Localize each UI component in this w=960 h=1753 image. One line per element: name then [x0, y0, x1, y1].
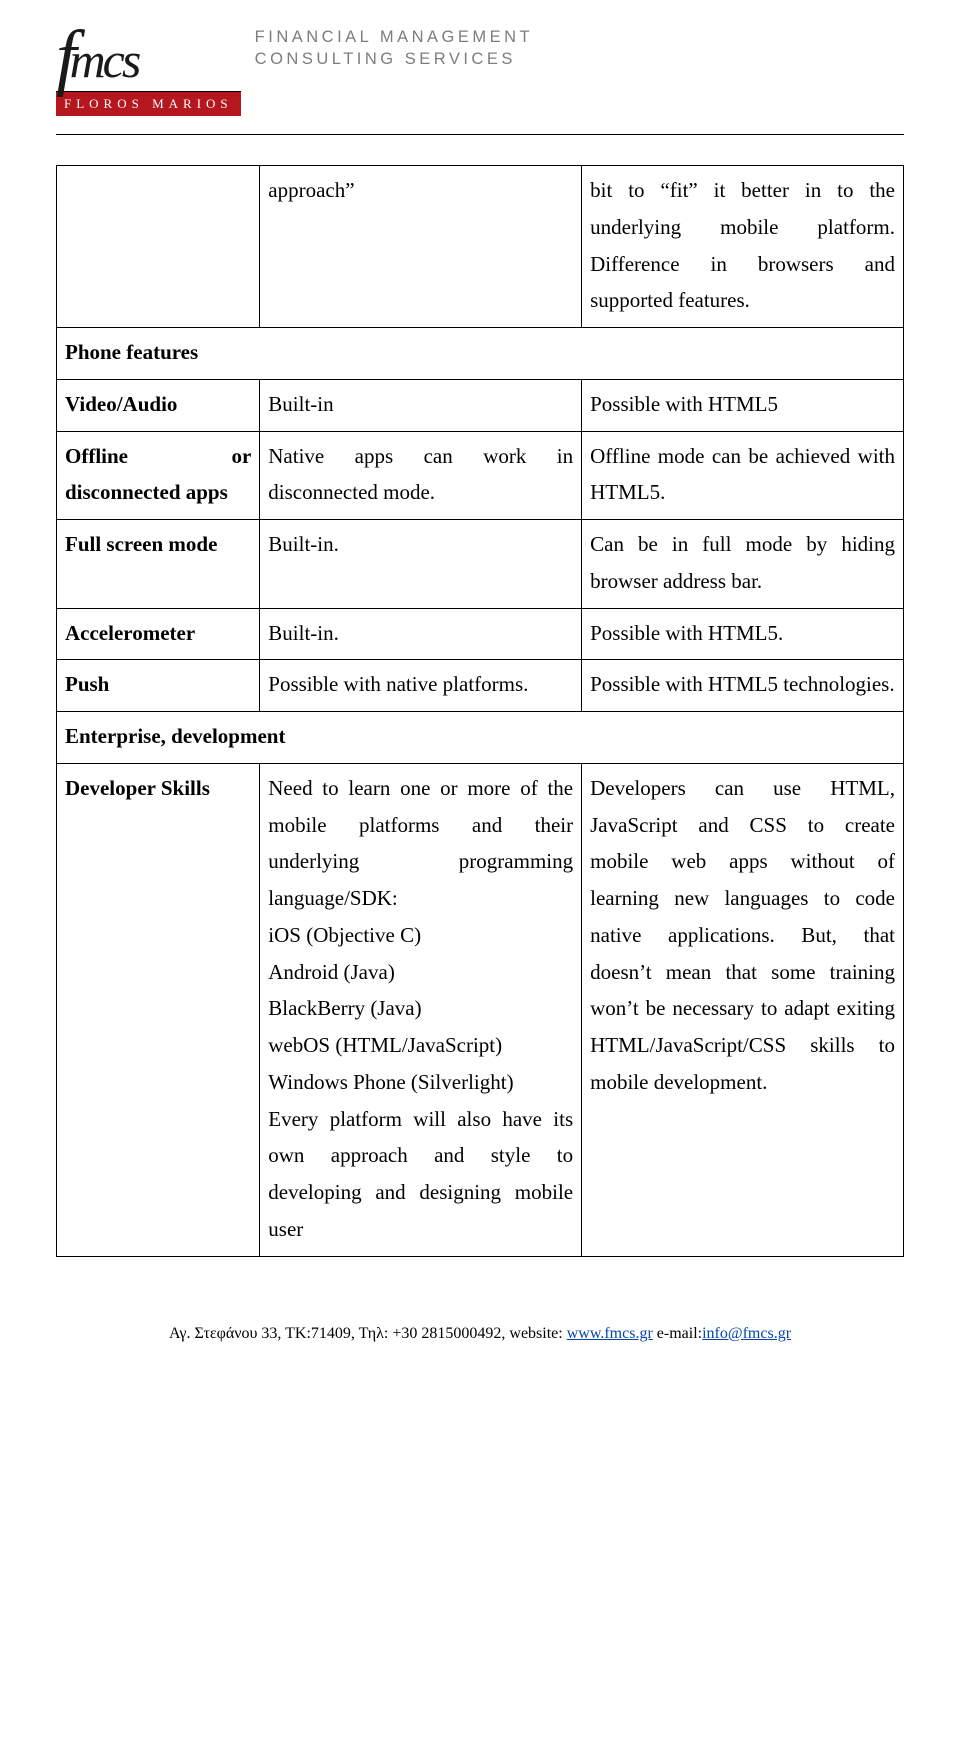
- tagline-line-2: CONSULTING SERVICES: [255, 48, 533, 70]
- cell-native: Possible with native platforms.: [260, 660, 582, 712]
- cell-native: Native apps can work in disconnected mod…: [260, 431, 582, 520]
- page-header: fmcs FLOROS MARIOS FINANCIAL MANAGEMENT …: [56, 18, 904, 135]
- cell-native: Built-in.: [260, 520, 582, 609]
- footer-website-link[interactable]: www.fmcs.gr: [567, 1325, 653, 1342]
- cell-native: Built-in.: [260, 608, 582, 660]
- table-row: approach” bit to “fit” it better in to t…: [57, 166, 904, 328]
- page-footer: Αγ. Στεφάνου 33, ΤΚ:71409, Τηλ: +30 2815…: [56, 1325, 904, 1343]
- table-row: Accelerometer Built-in. Possible with HT…: [57, 608, 904, 660]
- cell-web: Possible with HTML5: [582, 379, 904, 431]
- table-row: Full screen mode Built-in. Can be in ful…: [57, 520, 904, 609]
- comparison-table: approach” bit to “fit” it better in to t…: [56, 165, 904, 1257]
- footer-email-link[interactable]: info@fmcs.gr: [702, 1325, 791, 1342]
- cell-web: Possible with HTML5.: [582, 608, 904, 660]
- logo: fmcs FLOROS MARIOS: [56, 18, 241, 116]
- cell-label: Push: [57, 660, 260, 712]
- table-section-row: Enterprise, development: [57, 712, 904, 764]
- section-heading: Phone features: [57, 328, 904, 380]
- cell-web: Possible with HTML5 technologies.: [582, 660, 904, 712]
- table-row: Developer Skills Need to learn one or mo…: [57, 763, 904, 1256]
- cell-native: Built-in: [260, 379, 582, 431]
- section-heading: Enterprise, development: [57, 712, 904, 764]
- cell-native: Need to learn one or more of the mobile …: [260, 763, 582, 1256]
- cell-label: [57, 166, 260, 328]
- logo-wordmark: fmcs: [56, 18, 241, 89]
- cell-native: approach”: [260, 166, 582, 328]
- table-row: Offline or disconnected apps Native apps…: [57, 431, 904, 520]
- cell-web: Can be in full mode by hiding browser ad…: [582, 520, 904, 609]
- cell-web: bit to “fit” it better in to the underly…: [582, 166, 904, 328]
- logo-subtitle-bar: FLOROS MARIOS: [56, 91, 241, 116]
- table-row: Video/Audio Built-in Possible with HTML5: [57, 379, 904, 431]
- tagline-line-1: FINANCIAL MANAGEMENT: [255, 26, 533, 48]
- cell-web: Developers can use HTML, JavaScript and …: [582, 763, 904, 1256]
- table-section-row: Phone features: [57, 328, 904, 380]
- table-row: Push Possible with native platforms. Pos…: [57, 660, 904, 712]
- footer-text: e-mail:: [653, 1325, 702, 1342]
- cell-label: Full screen mode: [57, 520, 260, 609]
- footer-text: Αγ. Στεφάνου 33, ΤΚ:71409, Τηλ: +30 2815…: [169, 1325, 567, 1342]
- header-tagline: FINANCIAL MANAGEMENT CONSULTING SERVICES: [255, 18, 533, 71]
- cell-label: Offline or disconnected apps: [57, 431, 260, 520]
- cell-web: Offline mode can be achieved with HTML5.: [582, 431, 904, 520]
- cell-label: Developer Skills: [57, 763, 260, 1256]
- cell-label: Accelerometer: [57, 608, 260, 660]
- cell-label: Video/Audio: [57, 379, 260, 431]
